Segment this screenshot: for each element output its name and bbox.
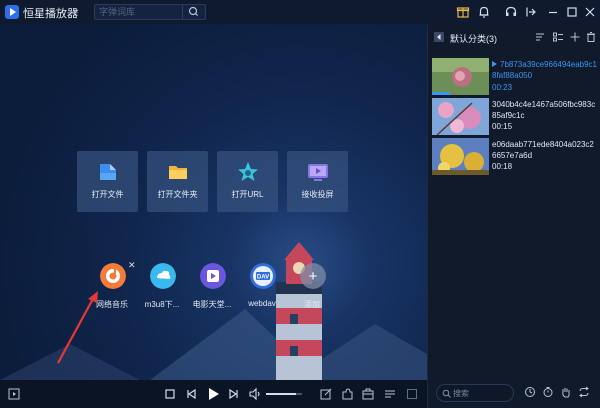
list-view-icon[interactable] bbox=[552, 31, 564, 43]
search-box bbox=[94, 4, 206, 20]
playlist-title[interactable]: 默认分类(3) bbox=[450, 32, 497, 45]
close-icon[interactable] bbox=[582, 4, 598, 20]
minimize-icon[interactable] bbox=[545, 4, 561, 20]
star-link-icon bbox=[238, 162, 258, 181]
playlist-search-box bbox=[436, 384, 514, 402]
tile-label: 接收投屏 bbox=[301, 190, 334, 199]
main-area: 打开文件 打开文件夹 打开URL 接收投屏 网络音乐 ✕ m3u8下... 电影… bbox=[0, 24, 427, 380]
fullscreen-icon[interactable] bbox=[405, 387, 419, 401]
add-glyph: + bbox=[309, 268, 318, 285]
tile-label: 打开URL bbox=[231, 190, 264, 199]
tile-open-url[interactable]: 打开URL bbox=[217, 151, 278, 212]
video-thumbnail bbox=[432, 138, 489, 175]
app-label: 电影天堂... bbox=[192, 300, 232, 309]
playlist-search-input[interactable] bbox=[453, 387, 509, 399]
app-add[interactable]: + 添加 bbox=[284, 263, 340, 313]
toolbox-icon[interactable] bbox=[361, 387, 375, 401]
folder-icon bbox=[169, 166, 187, 179]
webdav-badge: DAV bbox=[257, 275, 269, 281]
play-icon[interactable] bbox=[205, 386, 221, 402]
video-thumbnail bbox=[432, 98, 489, 135]
headset-icon[interactable] bbox=[503, 4, 519, 20]
volume-slider[interactable] bbox=[266, 393, 302, 395]
webdav-icon: DAV bbox=[250, 263, 276, 289]
next-icon[interactable] bbox=[227, 387, 241, 401]
stop-icon[interactable] bbox=[163, 387, 177, 401]
app-label: m3u8下... bbox=[144, 300, 180, 309]
tile-label: 打开文件夹 bbox=[157, 190, 198, 199]
search-button[interactable] bbox=[182, 5, 205, 19]
playlist-item[interactable]: e06daab771ede8404a023c26657e7a6d 00:18 bbox=[428, 135, 600, 179]
sort-icon[interactable] bbox=[534, 31, 546, 43]
collapse-left-icon[interactable] bbox=[434, 32, 444, 42]
playlist-item-name: 3040b4c4e1467a506fbc983c85af9c1c bbox=[492, 100, 596, 120]
video-thumbnail bbox=[432, 58, 489, 95]
add-icon: + bbox=[300, 263, 326, 289]
playlist-item[interactable]: 7b873a39ce966494eab9c18faf88a050 00:23 bbox=[428, 55, 600, 99]
app-label: 添加 bbox=[304, 300, 320, 309]
cast-icon bbox=[308, 164, 328, 181]
app-title[interactable]: 恒星播放器 bbox=[23, 5, 78, 21]
playlist-item-name: 7b873a39ce966494eab9c18faf88a050 bbox=[492, 60, 597, 80]
playlist-item-duration: 00:18 bbox=[492, 162, 513, 171]
previous-icon[interactable] bbox=[184, 387, 198, 401]
loop-icon[interactable] bbox=[578, 386, 590, 398]
title-bar: 恒星播放器 ⌄ bbox=[0, 0, 600, 24]
chevron-down-icon[interactable]: ⌄ bbox=[72, 4, 80, 15]
volume-fill bbox=[266, 393, 296, 395]
timer-icon[interactable] bbox=[542, 386, 554, 398]
playlist-item[interactable]: 3040b4c4e1467a506fbc983c85af9c1c 00:15 bbox=[428, 95, 600, 139]
search-input[interactable] bbox=[99, 5, 183, 19]
playlist-item-duration: 00:23 bbox=[492, 83, 513, 92]
playlist-icon[interactable] bbox=[383, 387, 397, 401]
tile-open-file[interactable]: 打开文件 bbox=[77, 151, 138, 212]
volume-icon[interactable] bbox=[248, 387, 262, 401]
history-icon[interactable] bbox=[524, 386, 536, 398]
bell-icon[interactable] bbox=[476, 4, 492, 20]
puzzle-icon[interactable] bbox=[340, 387, 354, 401]
media-library-icon[interactable] bbox=[7, 387, 21, 401]
edit-icon[interactable] bbox=[319, 387, 333, 401]
trash-icon[interactable] bbox=[585, 31, 597, 43]
search-icon bbox=[188, 6, 199, 17]
m3u8-icon bbox=[150, 263, 176, 289]
add-icon[interactable] bbox=[569, 31, 581, 43]
gift-icon[interactable] bbox=[455, 4, 471, 20]
playlist-panel: 默认分类(3) 7b873a39ce966494eab9c18faf88a050… bbox=[427, 24, 600, 408]
playlist-item-duration: 00:15 bbox=[492, 122, 513, 131]
app-m3u8-download[interactable]: m3u8下... bbox=[134, 263, 190, 313]
tile-label: 打开文件 bbox=[91, 190, 124, 199]
app-label: webdav bbox=[248, 299, 276, 308]
app-movie-heaven[interactable]: 电影天堂... bbox=[184, 263, 240, 313]
app-logo-icon bbox=[5, 5, 19, 19]
hand-icon[interactable] bbox=[560, 386, 572, 398]
app-webdav[interactable]: DAV webdav bbox=[234, 263, 290, 313]
pin-icon[interactable] bbox=[523, 4, 539, 20]
search-icon bbox=[442, 389, 451, 398]
file-icon bbox=[100, 164, 116, 180]
playlist-item-name: e06daab771ede8404a023c26657e7a6d bbox=[492, 140, 594, 160]
music-icon bbox=[100, 263, 126, 289]
movie-icon bbox=[200, 263, 226, 289]
tile-receive-cast[interactable]: 接收投屏 bbox=[287, 151, 348, 212]
control-bar bbox=[0, 380, 427, 408]
tile-open-folder[interactable]: 打开文件夹 bbox=[147, 151, 208, 212]
maximize-icon[interactable] bbox=[564, 4, 580, 20]
annotation-arrow bbox=[57, 291, 98, 364]
player-window: 恒星播放器 ⌄ 字弹词库 打开文件 打开文件夹 打开URL 接收投屏 网络音乐 … bbox=[0, 0, 600, 408]
